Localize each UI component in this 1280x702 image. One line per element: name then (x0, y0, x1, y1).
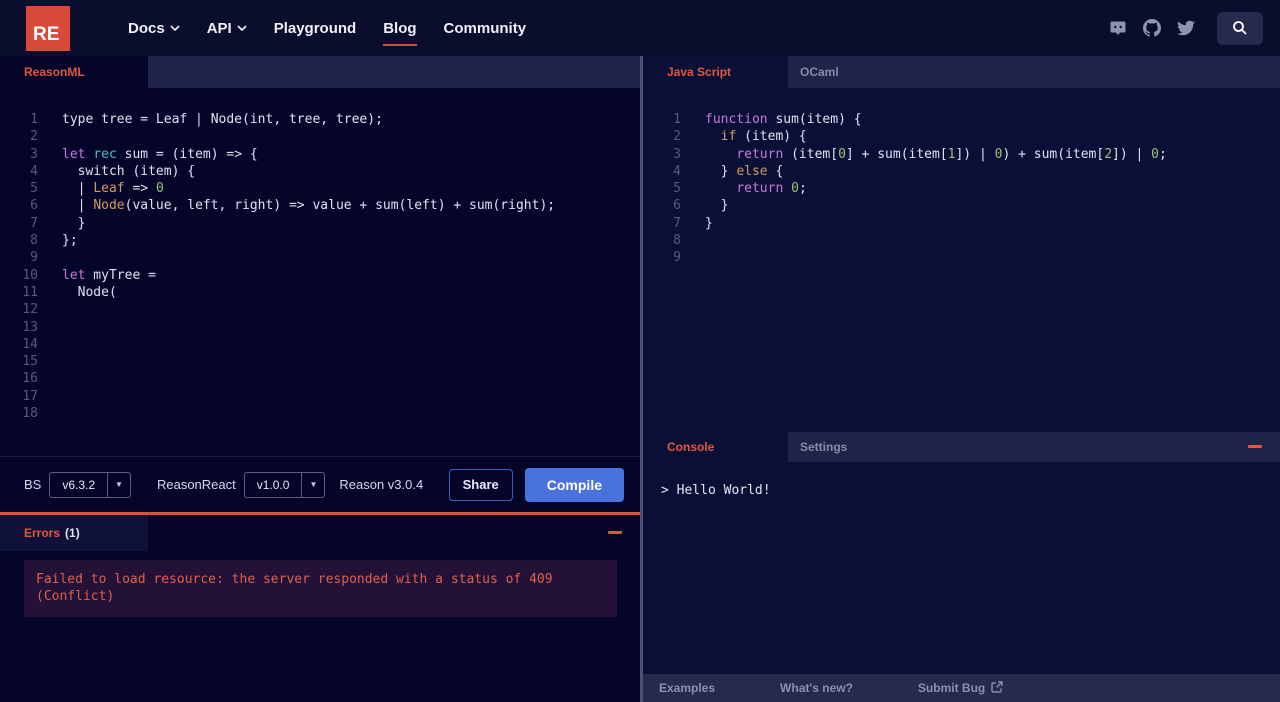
share-button[interactable]: Share (448, 468, 513, 501)
reason-react-version-select[interactable]: v1.0.0 ▼ (243, 471, 326, 498)
js-output-editor[interactable]: 123456789 function sum(item) { if (item)… (643, 88, 1280, 432)
console-output-line: > Hello World! (661, 483, 771, 498)
compiler-toolbar: BS v6.3.2 ▼ ReasonReact v1.0.0 ▼ Reason … (0, 456, 640, 512)
reason-version-text: Reason v3.0.4 (339, 477, 424, 492)
tab-errors[interactable]: Errors (1) (0, 515, 148, 551)
submit-bug-link[interactable]: Submit Bug (917, 680, 1003, 696)
nav-item-label: API (206, 19, 232, 37)
nav-item-community[interactable]: Community (444, 20, 527, 37)
chevron-down-icon (237, 25, 247, 31)
tab-javascript[interactable]: Java Script (643, 56, 788, 88)
tab-reasonml[interactable]: ReasonML (0, 56, 148, 88)
error-message-box: Failed to load resource: the server resp… (24, 560, 617, 617)
github-icon[interactable] (1143, 19, 1161, 37)
errors-count-badge: (1) (65, 526, 80, 540)
twitter-icon[interactable] (1177, 19, 1195, 37)
js-output-code: function sum(item) { if (item) { return … (705, 112, 1167, 231)
left-tabstrip: ReasonML (0, 56, 640, 88)
search-button[interactable] (1217, 11, 1263, 45)
submit-bug-label: Submit Bug (917, 681, 986, 695)
reason-code: type tree = Leaf | Node(int, tree, tree)… (62, 112, 556, 300)
tab-console[interactable]: Console (643, 432, 788, 462)
reason-react-label: ReasonReact (156, 477, 236, 492)
reason-editor-pane: ReasonML 1 2 3 4 5 6 7 8 9 10 11 12 13 14 15 16 17 18 typ… (0, 56, 640, 702)
line-number-gutter: 1 2 3 4 5 6 7 8 9 10 11 12 13 14 15 16 17 18 (22, 112, 38, 422)
bs-version-select[interactable]: v6.3.2 ▼ (49, 471, 131, 498)
output-tabstrip: Java Script OCaml (643, 56, 1280, 88)
console-output: > Hello World! (643, 462, 1280, 674)
nav-item-label: Docs (128, 19, 165, 37)
nav-item-docs[interactable]: Docs (128, 20, 180, 37)
errors-tab-label: Errors (24, 526, 61, 540)
output-pane: Java Script OCaml 123456789 function sum… (640, 56, 1280, 702)
errors-panel: Errors (1) Failed to load resource: the … (0, 515, 640, 702)
playground-footer: Examples What's new? Submit Bug (643, 674, 1280, 702)
search-icon (1233, 21, 1247, 35)
minimize-errors-button[interactable] (608, 531, 622, 534)
nav-item-blog[interactable]: Blog (383, 20, 417, 46)
error-message-line1: Failed to load resource: the server resp… (36, 572, 553, 587)
reason-code-editor[interactable]: 1 2 3 4 5 6 7 8 9 10 11 12 13 14 15 16 17 18 type tree = … (0, 88, 640, 456)
bs-label: BS (24, 477, 42, 492)
reason-react-version-value: v1.0.0 (256, 477, 290, 492)
discord-icon[interactable] (1109, 19, 1127, 37)
external-link-icon (991, 680, 1003, 696)
minimize-console-button[interactable] (1248, 445, 1262, 448)
tab-settings[interactable]: Settings (788, 432, 859, 462)
header-right-icons (1093, 11, 1263, 45)
nav-item-api[interactable]: API (207, 20, 247, 37)
top-nav-bar: RE Docs API Playground Blog Community (0, 0, 1280, 56)
playground-page: RE Docs API Playground Blog Community Re… (0, 0, 1280, 702)
chevron-down-icon: ▼ (107, 472, 130, 497)
examples-link[interactable]: Examples (659, 681, 715, 695)
bs-version-value: v6.3.2 (62, 477, 96, 492)
whats-new-link[interactable]: What's new? (780, 681, 853, 695)
error-message-line2: (Conflict) (36, 589, 115, 605)
nav-item-playground[interactable]: Playground (274, 20, 357, 37)
console-tabstrip: Console Settings (643, 432, 1280, 462)
chevron-down-icon (170, 25, 180, 31)
errors-header: Errors (1) (0, 515, 640, 551)
tab-ocaml[interactable]: OCaml (788, 56, 851, 88)
line-number-gutter: 123456789 (673, 112, 681, 266)
main-nav: Docs API Playground Blog Community (128, 20, 527, 46)
compile-button[interactable]: Compile (524, 467, 624, 502)
chevron-down-icon: ▼ (301, 472, 324, 497)
reason-logo[interactable]: RE (26, 5, 70, 51)
